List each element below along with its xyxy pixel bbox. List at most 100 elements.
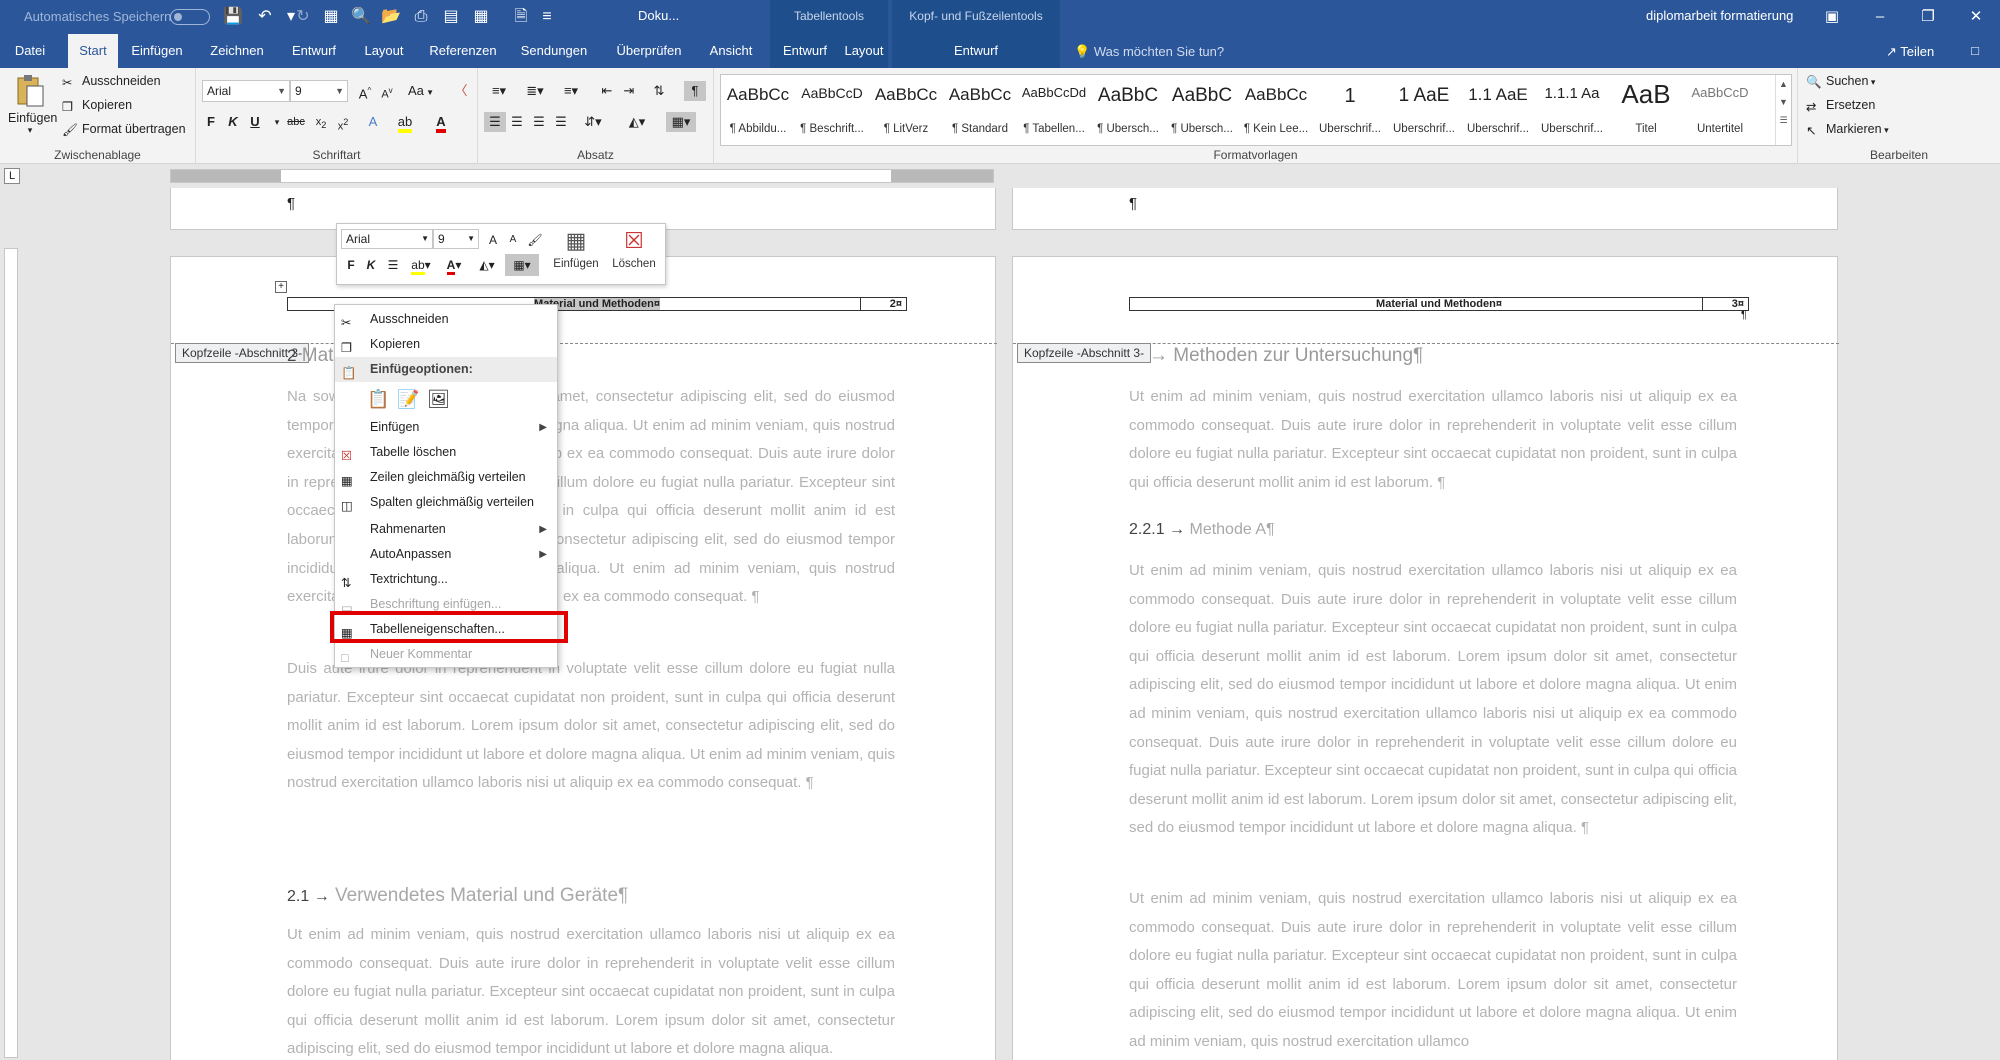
page-right[interactable]: Material und Methoden¤ 3¤ ¶ Kopfzeile -A… (1012, 256, 1839, 1060)
close-icon[interactable]: ✕ (1962, 5, 1990, 29)
paste-picture-icon[interactable]: 🖼 (427, 387, 450, 412)
decrease-indent-icon[interactable]: ⇤ (596, 81, 618, 101)
tell-me-search[interactable]: 💡 Was möchten Sie tun? (1074, 44, 1224, 60)
style-item[interactable]: 1 Überschrif... (1313, 75, 1387, 145)
comments-icon[interactable]: □ (1962, 34, 1988, 68)
mini-shading-icon[interactable]: ◭▾ (473, 254, 501, 276)
more-styles-icon[interactable]: ☰ (1776, 115, 1791, 126)
tab-layout[interactable]: Layout (356, 34, 412, 68)
tab-design[interactable]: Entwurf (282, 34, 346, 68)
increase-indent-icon[interactable]: ⇥ (618, 81, 640, 101)
mini-bold-button[interactable]: F (341, 254, 361, 276)
mini-format-painter-icon[interactable]: 🖌 (525, 229, 545, 251)
style-item[interactable]: AaBbC ¶ Übersch... (1091, 75, 1165, 145)
tab-draw[interactable]: Zeichnen (202, 34, 272, 68)
mini-insert-button[interactable]: ▦ Einfügen (549, 228, 603, 282)
menu-item-distribute-columns[interactable]: ◫ Spalten gleichmäßig verteilen (335, 490, 557, 515)
tab-references[interactable]: Referenzen (426, 34, 500, 68)
menu-item-cut[interactable]: ✂ Ausschneiden (335, 307, 557, 332)
style-item[interactable]: 1.1 AaE Überschrif... (1461, 75, 1535, 145)
paste-merge-formatting-icon[interactable]: 📝 (397, 387, 419, 412)
superscript-button[interactable]: x2 (332, 112, 354, 133)
underline-button[interactable]: U (244, 112, 266, 132)
bullets-icon[interactable]: ≡▾ (484, 81, 514, 101)
style-item[interactable]: AaB Titel (1609, 75, 1683, 145)
mini-font-color-icon[interactable]: A▾ (441, 254, 467, 276)
subscript-button[interactable]: x2 (310, 112, 332, 132)
layout-icon[interactable]: ▤ (440, 6, 462, 28)
highlight-color-button[interactable]: ab (394, 112, 416, 133)
paste-keep-formatting-icon[interactable]: 📋 (367, 387, 389, 412)
menu-item-autofit[interactable]: AutoAnpassen ▶ (335, 542, 557, 567)
tab-start[interactable]: Start (68, 34, 118, 68)
undo-icon[interactable]: ↶ (254, 6, 276, 28)
style-item[interactable]: AaBbCcD ¶ Beschrift... (795, 75, 869, 145)
tab-mailings[interactable]: Sendungen (514, 34, 594, 68)
minimize-icon[interactable]: – (1866, 5, 1894, 29)
styles-gallery-scroll[interactable]: ▲ ▼ ☰ (1775, 75, 1791, 145)
font-color-button[interactable]: A (430, 112, 452, 133)
save-as-icon[interactable]: ▦ (320, 6, 342, 28)
format-painter-button[interactable]: 🖌 Format übertragen (62, 122, 186, 137)
chevron-down-icon[interactable]: ▼ (1776, 97, 1791, 107)
document-area[interactable]: ¶ ¶ + Material und Methoden¤ 2¤ Kopfzeil… (22, 188, 2000, 1060)
vertical-ruler-track[interactable] (4, 248, 18, 1058)
restore-icon[interactable]: ❐ (1914, 5, 1942, 29)
strikethrough-button[interactable]: abc (284, 112, 308, 132)
style-item[interactable]: AaBbCcDd ¶ Tabellen... (1017, 75, 1091, 145)
menu-item-text-direction[interactable]: ⇅ Textrichtung... (335, 567, 557, 592)
sort-icon[interactable]: ⇅ (648, 81, 670, 101)
page-left[interactable]: + Material und Methoden¤ 2¤ Kopfzeile -A… (170, 256, 997, 1060)
style-item[interactable]: 1 AaE Überschrif... (1387, 75, 1461, 145)
print-icon[interactable]: ⎙ (410, 6, 432, 28)
mini-delete-button[interactable]: ☒ Löschen (607, 228, 661, 282)
align-left-icon[interactable]: ☰ (484, 112, 506, 132)
page-previous-right[interactable]: ¶ (1012, 188, 1838, 230)
style-item[interactable]: AaBbCcD Untertitel (1683, 75, 1757, 145)
share-button[interactable]: ↗ Teilen (1886, 44, 1934, 60)
tab-table-design[interactable]: Entwurf (770, 34, 840, 68)
italic-button[interactable]: K (222, 112, 244, 132)
bold-button[interactable]: F (200, 112, 222, 132)
copy-button[interactable]: ❐ Kopieren (62, 98, 132, 114)
open-icon[interactable]: 📂 (380, 6, 402, 28)
menu-item-border-styles[interactable]: Rahmenarten ▶ (335, 517, 557, 542)
redo-icon[interactable]: ↻ (292, 6, 314, 28)
mini-size-combo[interactable]: 9 ▼ (433, 229, 479, 249)
tab-header-footer-design[interactable]: Entwurf (892, 34, 1060, 68)
tab-selector[interactable]: L (4, 168, 20, 184)
grow-font-button[interactable]: A^ (354, 81, 376, 101)
mini-grow-font-icon[interactable]: A (483, 229, 503, 251)
line-spacing-icon[interactable]: ⇵▾ (578, 112, 608, 132)
align-right-icon[interactable]: ☰ (528, 112, 550, 132)
autosave-toggle[interactable] (170, 9, 210, 25)
clear-formatting-icon[interactable]: 〈 (450, 81, 472, 101)
style-item[interactable]: AaBbC ¶ Übersch... (1165, 75, 1239, 145)
customize-qat-icon[interactable]: ≡ (536, 6, 558, 28)
text-effects-icon[interactable]: A (362, 112, 384, 132)
menu-item-distribute-rows[interactable]: ▦ Zeilen gleichmäßig verteilen (335, 465, 557, 490)
font-size-combo[interactable]: 9 ▼ (290, 80, 348, 102)
style-item[interactable]: AaBbCc ¶ Standard (943, 75, 1017, 145)
style-item[interactable]: AaBbCc ¶ Abbildu... (721, 75, 795, 145)
align-center-icon[interactable]: ☰ (506, 112, 528, 132)
shading-icon[interactable]: ◭▾ (622, 112, 652, 132)
chevron-up-icon[interactable]: ▲ (1776, 79, 1791, 89)
ruler-track[interactable] (170, 169, 994, 183)
shrink-font-button[interactable]: Av (376, 81, 398, 101)
menu-item-copy[interactable]: ❐ Kopieren (335, 332, 557, 357)
save-icon[interactable]: 💾 (222, 6, 244, 28)
tab-file[interactable]: Datei (6, 34, 54, 68)
print-preview-icon[interactable]: 🔍 (350, 6, 372, 28)
numbering-icon[interactable]: ≣▾ (520, 81, 550, 101)
menu-item-delete-table[interactable]: ☒ Tabelle löschen (335, 440, 557, 465)
replace-button[interactable]: ⇄ Ersetzen (1806, 98, 1875, 114)
table-move-handle-icon[interactable]: + (275, 281, 287, 293)
font-name-combo[interactable]: Arial ▼ (202, 80, 290, 102)
style-item[interactable]: AaBbCc ¶ LitVerz (869, 75, 943, 145)
mini-borders-icon[interactable]: ▦▾ (505, 254, 539, 276)
tab-table-layout[interactable]: Layout (840, 34, 888, 68)
style-item[interactable]: 1.1.1 Aa Überschrif... (1535, 75, 1609, 145)
borders-icon[interactable]: ▦▾ (666, 112, 696, 132)
cut-button[interactable]: ✂ Ausschneiden (62, 74, 161, 90)
